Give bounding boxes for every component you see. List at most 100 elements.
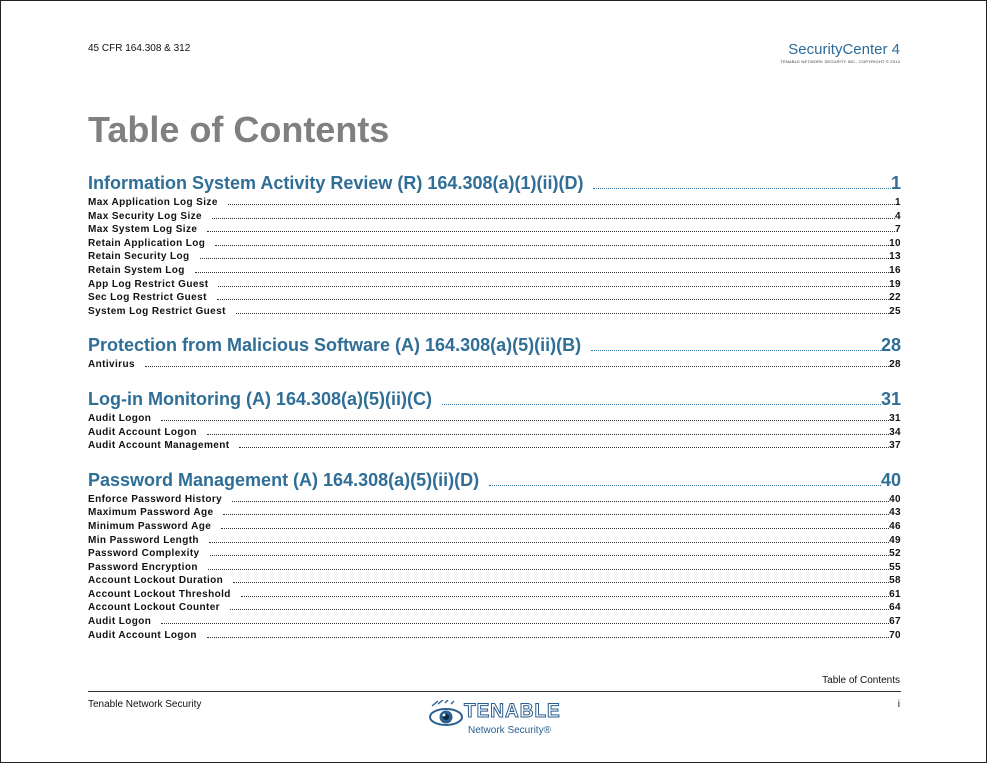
- dot-leader: [441, 403, 881, 405]
- toc-entry-page: 28: [889, 359, 901, 371]
- dot-leader: [218, 285, 890, 287]
- document-page: 45 CFR 164.308 & 312 SecurityCenter 4 TE…: [0, 0, 987, 763]
- toc-entry-title: Max System Log Size: [88, 224, 198, 236]
- toc-section-title: Password Management (A) 164.308(a)(5)(ii…: [88, 469, 480, 490]
- toc-entry-page: 37: [889, 440, 901, 452]
- brand-name: SecurityCenter 4: [788, 41, 900, 58]
- toc-entry[interactable]: Account Lockout Counter 64: [88, 602, 901, 616]
- toc-entry-title: Retain Security Log: [88, 251, 190, 263]
- dot-leader: [216, 299, 890, 301]
- toc-entry[interactable]: Max System Log Size 7: [88, 224, 901, 238]
- toc-entry-page: 4: [895, 210, 901, 222]
- toc-entry-page: 40: [889, 493, 901, 505]
- tenable-logo: TENABLE Network Security®: [428, 698, 564, 742]
- logo-tagline: Network Security®: [468, 725, 551, 736]
- dot-leader: [591, 350, 881, 352]
- toc-entry[interactable]: Max Security Log Size 4: [88, 211, 901, 225]
- logo-wordmark: TENABLE: [464, 701, 561, 723]
- dot-leader: [144, 366, 890, 368]
- dot-leader: [215, 244, 890, 246]
- toc-entry[interactable]: Audit Account Logon 34: [88, 427, 901, 441]
- toc-entry-title: Account Lockout Duration: [88, 575, 224, 587]
- toc-entry-title: Password Encryption: [88, 561, 198, 573]
- toc-entry[interactable]: Account Lockout Duration 58: [88, 575, 901, 589]
- toc-entry-page: 19: [889, 278, 901, 290]
- toc-entry-page: 25: [889, 305, 901, 317]
- toc-entry-title: Minimum Password Age: [88, 520, 212, 532]
- dot-leader: [194, 271, 890, 273]
- toc-entry[interactable]: App Log Restrict Guest 19: [88, 279, 901, 293]
- table-of-contents: Information System Activity Review (R) 1…: [88, 173, 901, 643]
- toc-entry[interactable]: Audit Account Logon 70: [88, 630, 901, 644]
- toc-entry-page: 16: [889, 264, 901, 276]
- toc-entry-title: Max Security Log Size: [88, 210, 202, 222]
- toc-entry[interactable]: Audit Logon 31: [88, 413, 901, 427]
- toc-entry[interactable]: Retain System Log 16: [88, 265, 901, 279]
- eye-icon: [429, 700, 463, 726]
- toc-entry[interactable]: Password Complexity 52: [88, 548, 901, 562]
- dot-leader: [229, 609, 890, 611]
- dot-leader: [227, 204, 896, 205]
- footer-company: Tenable Network Security: [88, 699, 202, 710]
- toc-entry-page: 43: [889, 507, 901, 519]
- toc-entry-title: Sec Log Restrict Guest: [88, 292, 207, 304]
- toc-entry[interactable]: Password Encryption 55: [88, 562, 901, 576]
- toc-entry-title: Audit Account Logon: [88, 426, 197, 438]
- toc-entry[interactable]: Antivirus 28: [88, 359, 901, 373]
- toc-section-page: 31: [880, 388, 901, 409]
- toc-entry[interactable]: Max Application Log Size 1: [88, 197, 901, 211]
- toc-section-heading[interactable]: Password Management (A) 164.308(a)(5)(ii…: [88, 470, 901, 494]
- toc-section-heading[interactable]: Information System Activity Review (R) 1…: [88, 173, 901, 197]
- dot-leader: [240, 595, 890, 597]
- toc-entry-page: 49: [889, 534, 901, 546]
- toc-section-title: Protection from Malicious Software (A) 1…: [88, 335, 582, 356]
- toc-entry-page: 70: [889, 629, 901, 641]
- toc-entry-page: 55: [889, 561, 901, 573]
- dot-leader: [207, 568, 890, 570]
- toc-entry-page: 31: [889, 412, 901, 424]
- toc-entry-title: Audit Logon: [88, 412, 152, 424]
- toc-entry[interactable]: Audit Account Management 37: [88, 440, 901, 454]
- toc-entry-title: Enforce Password History: [88, 493, 223, 505]
- toc-section-page: 40: [880, 469, 901, 490]
- toc-entry[interactable]: Retain Application Log 10: [88, 238, 901, 252]
- document-reference: 45 CFR 164.308 & 312: [88, 43, 191, 54]
- dot-leader: [206, 636, 890, 638]
- toc-section-page: 1: [890, 173, 901, 193]
- toc-section-heading[interactable]: Log-in Monitoring (A) 164.308(a)(5)(ii)(…: [88, 389, 901, 413]
- toc-entry[interactable]: Enforce Password History 40: [88, 494, 901, 508]
- dot-leader: [199, 258, 890, 260]
- toc-section-heading[interactable]: Protection from Malicious Software (A) 1…: [88, 335, 901, 359]
- dot-leader: [161, 623, 890, 625]
- toc-entry-page: 52: [889, 548, 901, 560]
- toc-entry[interactable]: Minimum Password Age 46: [88, 521, 901, 535]
- toc-entry[interactable]: System Log Restrict Guest 25: [88, 306, 901, 320]
- toc-entry[interactable]: Audit Logon 67: [88, 616, 901, 630]
- toc-entry-page: 7: [895, 224, 901, 236]
- toc-entry[interactable]: Maximum Password Age 43: [88, 507, 901, 521]
- toc-entry-title: Retain System Log: [88, 264, 185, 276]
- dot-leader: [206, 433, 890, 435]
- toc-entry-page: 58: [889, 575, 901, 587]
- dot-leader: [239, 447, 890, 449]
- dot-leader: [212, 217, 896, 219]
- toc-entry-title: System Log Restrict Guest: [88, 305, 226, 317]
- toc-entry-title: Password Complexity: [88, 548, 200, 560]
- dot-leader: [207, 231, 896, 233]
- toc-entry[interactable]: Min Password Length 49: [88, 535, 901, 549]
- toc-entry[interactable]: Sec Log Restrict Guest 22: [88, 292, 901, 306]
- toc-entry-page: 61: [889, 588, 901, 600]
- footer-section-label: Table of Contents: [822, 675, 900, 686]
- toc-entry-title: Audit Account Logon: [88, 629, 197, 641]
- toc-entry-page: 10: [889, 237, 901, 249]
- toc-section: Log-in Monitoring (A) 164.308(a)(5)(ii)(…: [88, 389, 901, 454]
- dot-leader: [235, 312, 890, 314]
- dot-leader: [161, 419, 890, 421]
- toc-entry-title: Max Application Log Size: [88, 197, 218, 208]
- toc-entry[interactable]: Account Lockout Threshold 61: [88, 589, 901, 603]
- page-title: Table of Contents: [88, 109, 390, 150]
- toc-entry[interactable]: Retain Security Log 13: [88, 251, 901, 265]
- toc-section-title: Information System Activity Review (R) 1…: [88, 173, 584, 193]
